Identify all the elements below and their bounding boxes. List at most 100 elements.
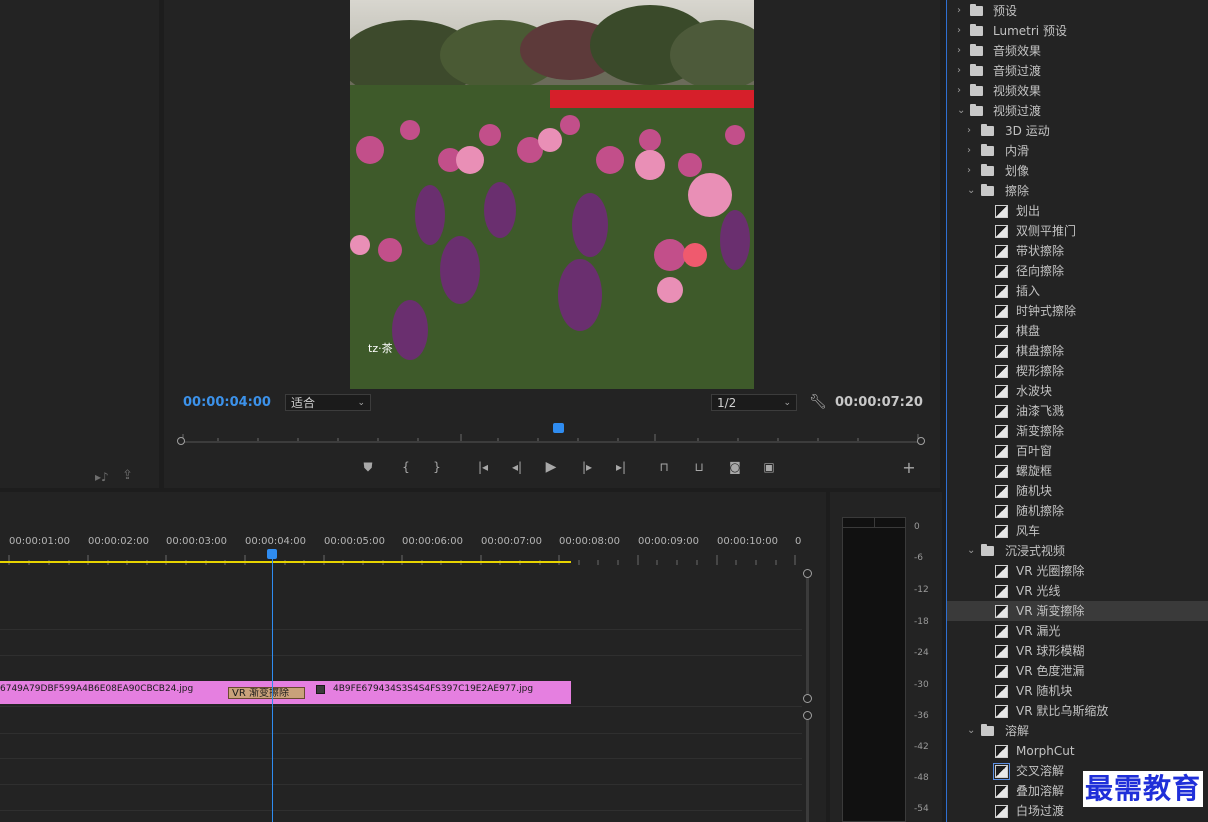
effect-item-32[interactable]: VR 球形模糊 [947,641,1208,661]
folder-item-2[interactable]: › 音频效果 [947,41,1208,61]
folder-icon [970,104,983,116]
chevron-down-icon[interactable]: ⌄ [957,101,965,121]
effect-item-37[interactable]: MorphCut [947,741,1208,761]
ruler-label: 00:00:05:00 [324,536,386,547]
effect-item-34[interactable]: VR 随机块 [947,681,1208,701]
effect-item-31[interactable]: VR 漏光 [947,621,1208,641]
folder-icon [981,184,994,196]
go-to-out-icon[interactable]: ▸| [611,458,631,476]
effect-item-15[interactable]: 时钟式擦除 [947,301,1208,321]
export-icon[interactable]: ⇪ [122,468,133,483]
effect-item-33[interactable]: VR 色度泄漏 [947,661,1208,681]
add-button-icon[interactable]: + [899,458,919,477]
scroll-handle[interactable] [803,694,812,703]
scroll-handle[interactable] [803,711,812,720]
extract-icon[interactable]: ⊔ [689,458,709,476]
effect-item-28[interactable]: VR 光圈擦除 [947,561,1208,581]
transition-effect-icon [995,605,1008,618]
effect-item-26[interactable]: 风车 [947,521,1208,541]
chevron-right-icon[interactable]: › [967,141,971,161]
folder-item-0[interactable]: › 预设 [947,1,1208,21]
effect-label: 插入 [1016,284,1041,298]
folder-item-9[interactable]: ⌄ 擦除 [947,181,1208,201]
folder-item-36[interactable]: ⌄ 溶解 [947,721,1208,741]
effect-item-30[interactable]: VR 渐变擦除 [947,601,1208,621]
effect-item-29[interactable]: VR 光线 [947,581,1208,601]
add-marker-icon[interactable]: ⛊ [358,458,378,476]
effect-item-17[interactable]: 棋盘擦除 [947,341,1208,361]
frame-watermark: tz·茶 [368,342,393,355]
effect-item-13[interactable]: 径向擦除 [947,261,1208,281]
timeline-playhead-head[interactable] [267,549,277,559]
effect-item-24[interactable]: 随机块 [947,481,1208,501]
folder-item-5[interactable]: ⌄ 视频过渡 [947,101,1208,121]
effect-item-12[interactable]: 带状擦除 [947,241,1208,261]
go-to-in-icon[interactable]: |◂ [473,458,493,476]
effect-item-22[interactable]: 百叶窗 [947,441,1208,461]
effect-label: VR 随机块 [1016,684,1073,698]
effect-item-19[interactable]: 水波块 [947,381,1208,401]
work-area-bar[interactable] [0,561,571,563]
folder-item-1[interactable]: › Lumetri 预设 [947,21,1208,41]
resolution-dropdown[interactable]: 1/2 ⌄ [711,394,797,411]
effect-item-14[interactable]: 插入 [947,281,1208,301]
folder-item-6[interactable]: › 3D 运动 [947,121,1208,141]
effect-item-35[interactable]: VR 默比乌斯缩放 [947,701,1208,721]
chevron-right-icon[interactable]: › [967,121,971,141]
chevron-down-icon[interactable]: ⌄ [967,181,975,201]
timeline-scrollbar-lower[interactable] [806,716,809,822]
effect-item-10[interactable]: 划出 [947,201,1208,221]
vr-gradient-wipe-transition[interactable]: VR 渐变擦除 [228,687,305,699]
transition-effect-icon [995,365,1008,378]
chevron-right-icon[interactable]: › [957,1,961,21]
step-forward-icon[interactable]: |▸ [577,458,597,476]
folder-item-27[interactable]: ⌄ 沉浸式视频 [947,541,1208,561]
step-back-icon[interactable]: ◂| [507,458,527,476]
transition-effect-icon [995,285,1008,298]
mark-in-icon[interactable]: { [396,458,416,476]
effect-item-23[interactable]: 螺旋框 [947,461,1208,481]
timeline-playhead-line[interactable] [272,559,273,822]
effect-label: 擦除 [1005,184,1030,198]
clip-b-name[interactable]: 4B9FE679434S3S4S4FS397C19E2AE977.jpg [333,684,533,694]
chevron-right-icon[interactable]: › [957,61,961,81]
mark-out-icon[interactable]: } [427,458,447,476]
program-current-time[interactable]: 00:00:04:00 [183,395,271,410]
effect-label: 沉浸式视频 [1005,544,1066,558]
chevron-down-icon[interactable]: ⌄ [967,721,975,741]
lift-icon[interactable]: ⊓ [654,458,674,476]
effect-item-20[interactable]: 油漆飞溅 [947,401,1208,421]
program-time-ruler[interactable] [178,428,923,442]
effect-item-21[interactable]: 渐变擦除 [947,421,1208,441]
effect-item-11[interactable]: 双侧平推门 [947,221,1208,241]
chevron-right-icon[interactable]: › [957,41,961,61]
zoom-handle-left[interactable] [177,437,185,445]
folder-item-4[interactable]: › 视频效果 [947,81,1208,101]
zoom-handle-right[interactable] [917,437,925,445]
chevron-right-icon[interactable]: › [957,81,961,101]
effect-item-18[interactable]: 楔形擦除 [947,361,1208,381]
transition-effect-icon [995,305,1008,318]
folder-item-3[interactable]: › 音频过渡 [947,61,1208,81]
timeline-ruler-ticks[interactable] [0,550,802,565]
compare-view-icon[interactable]: ▣ [759,458,779,476]
play-icon[interactable]: ▶ [541,458,561,476]
scroll-handle[interactable] [803,569,812,578]
export-frame-icon[interactable]: ◙ [725,458,745,476]
clip-a-name[interactable]: 6749A79DBF599A4B6E08EA90CBCB24.jpg [0,684,193,694]
effect-item-25[interactable]: 随机擦除 [947,501,1208,521]
wrench-icon[interactable]: 🔧︎ [809,394,827,410]
chevron-down-icon[interactable]: ⌄ [967,541,975,561]
folder-item-7[interactable]: › 内滑 [947,141,1208,161]
folder-item-8[interactable]: › 划像 [947,161,1208,181]
effect-item-16[interactable]: 棋盘 [947,321,1208,341]
chevron-right-icon[interactable]: › [957,21,961,41]
insert-audio-icon[interactable]: ▸♪ [95,470,109,484]
program-playhead[interactable] [553,423,564,433]
effect-label: 渐变擦除 [1016,424,1065,438]
program-zoom-bar[interactable] [180,441,924,443]
chevron-right-icon[interactable]: › [967,161,971,181]
fit-dropdown[interactable]: 适合 ⌄ [285,394,371,411]
timeline-scrollbar-upper[interactable] [806,574,809,698]
timeline-tick-marks [8,555,796,565]
